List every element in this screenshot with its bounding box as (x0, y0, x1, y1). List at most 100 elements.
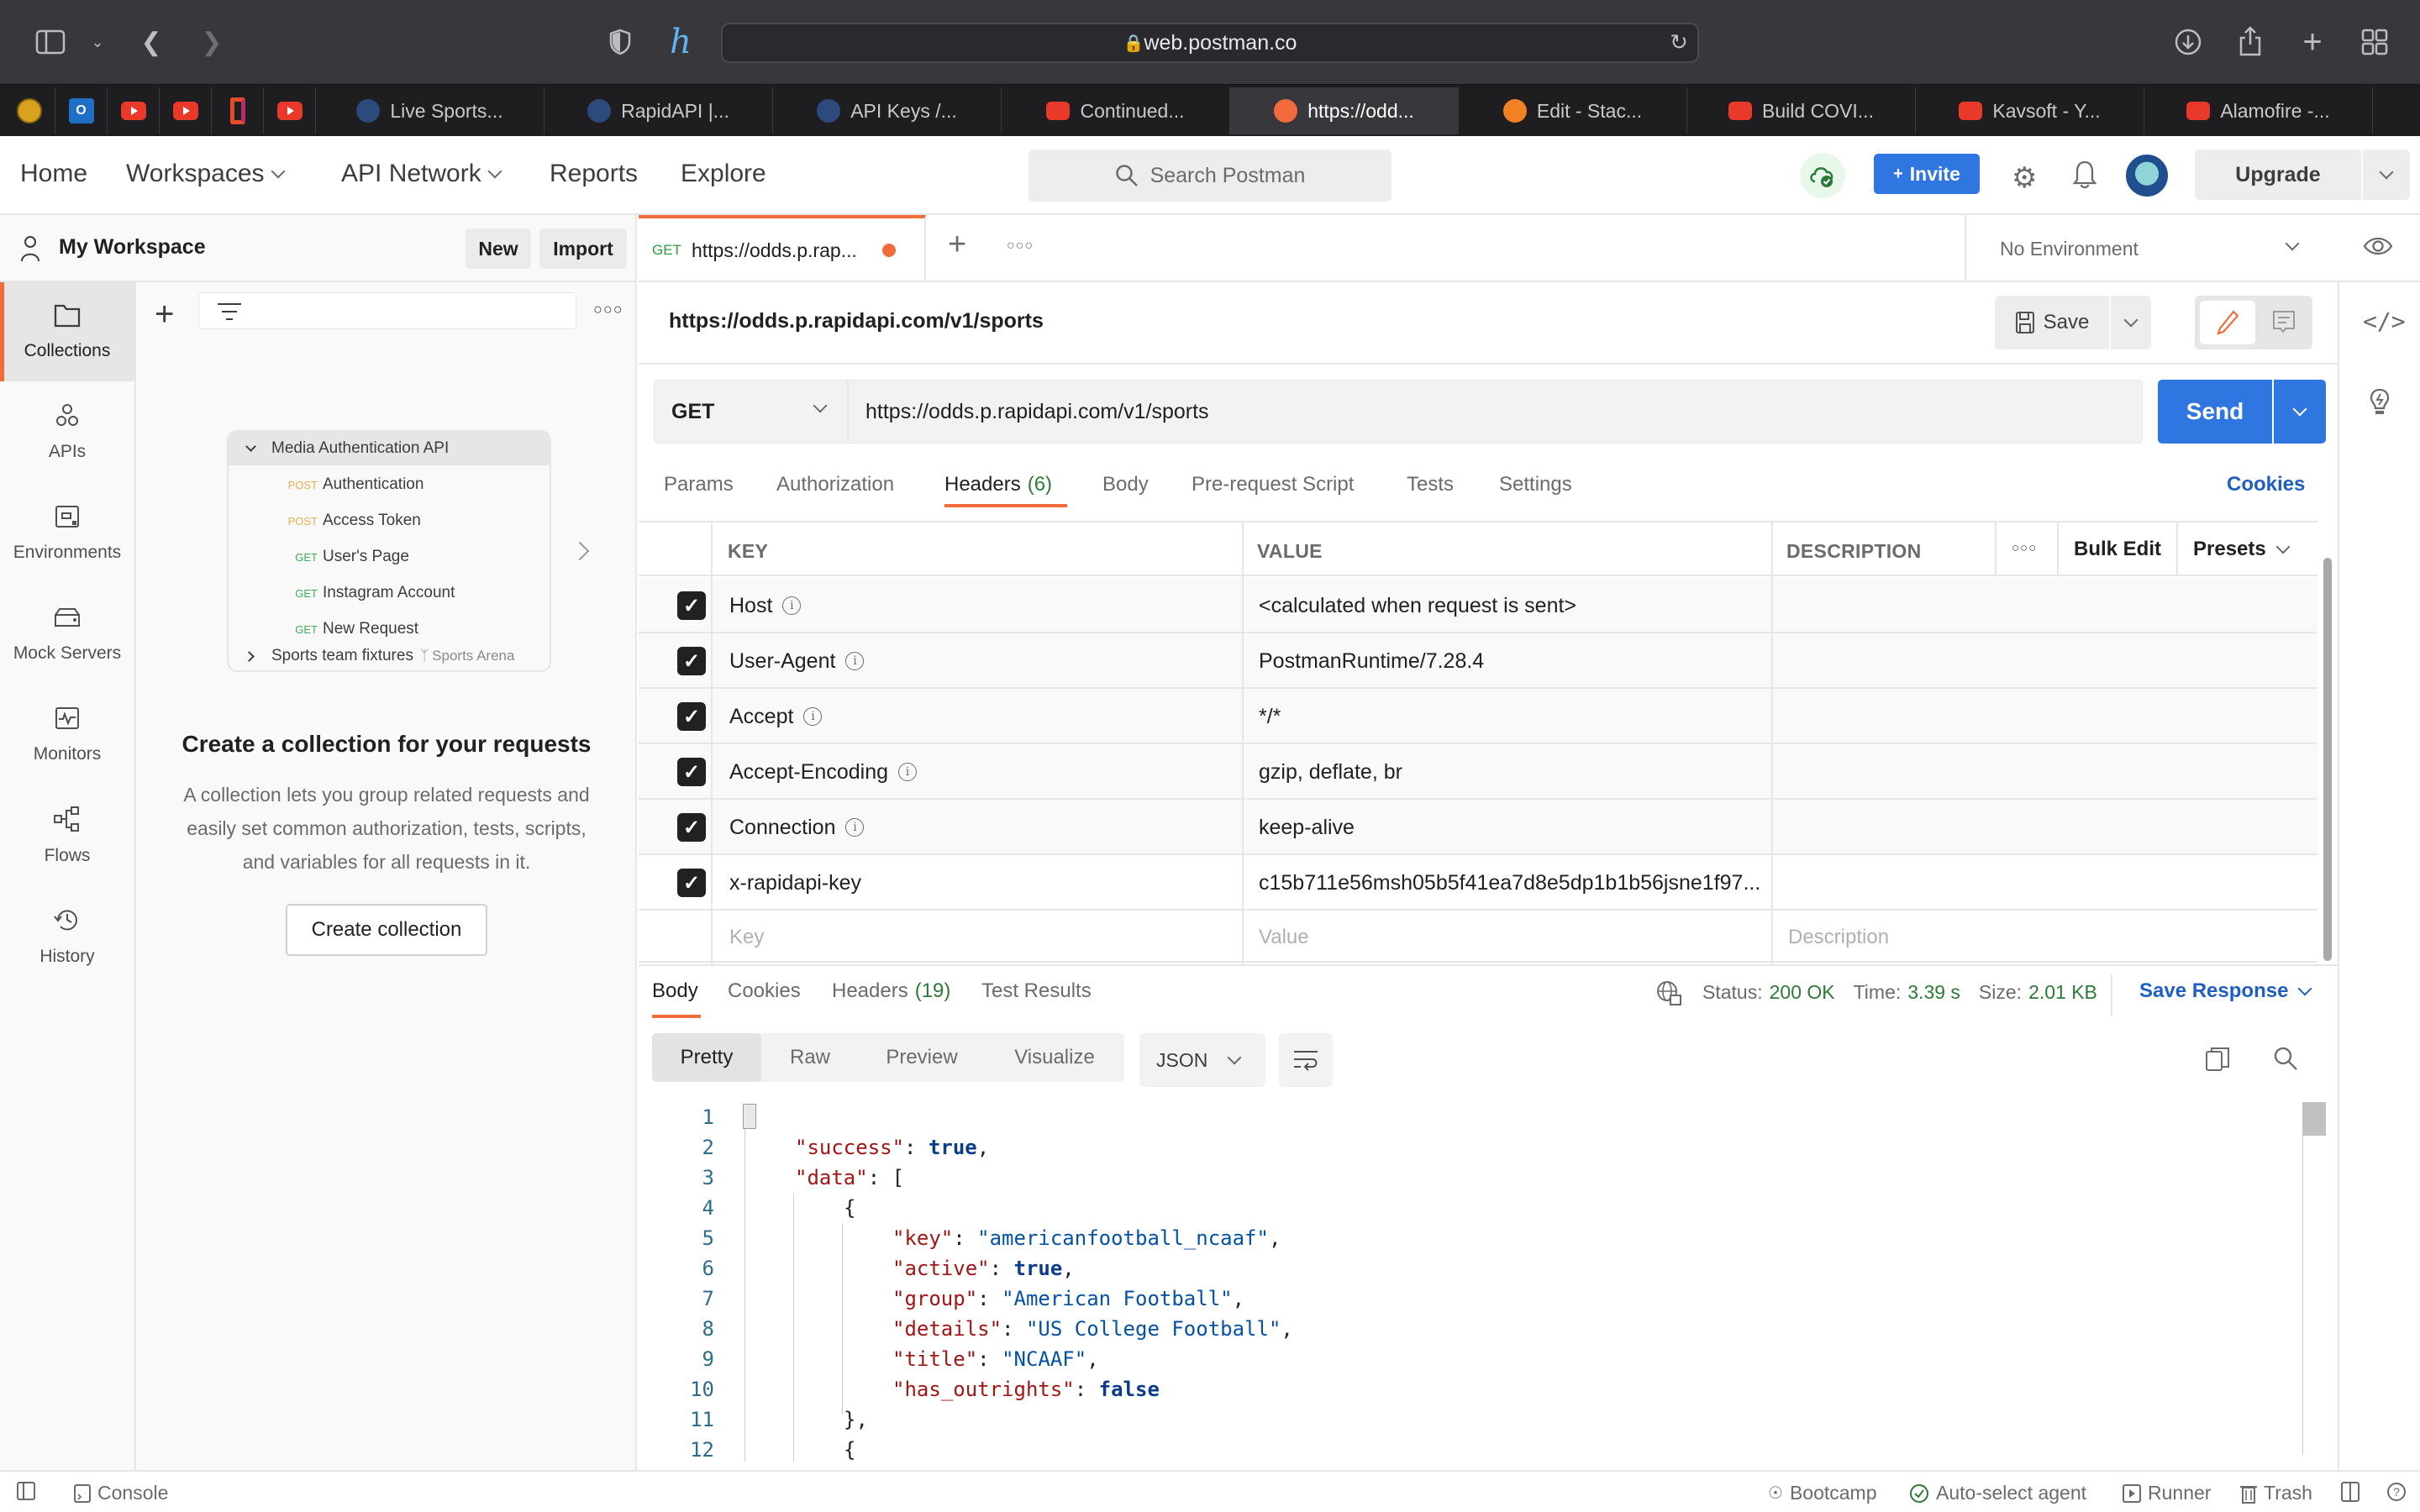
pinned-tab[interactable] (212, 87, 264, 134)
sidebar-item-flows[interactable]: Flows (0, 786, 134, 885)
sidebar-item-collections[interactable]: Collections (0, 282, 134, 381)
wrap-lines-button[interactable] (1279, 1033, 1333, 1087)
send-button[interactable]: Send (2158, 380, 2272, 444)
toggle-sidebar-icon[interactable] (17, 1482, 35, 1500)
downloads-icon[interactable] (2171, 25, 2205, 59)
tab-authorization[interactable]: Authorization (776, 473, 894, 496)
upgrade-dropdown[interactable] (2363, 150, 2410, 200)
info-icon[interactable]: i (845, 652, 865, 670)
notifications-bell-icon[interactable] (2072, 160, 2097, 194)
pinned-tab[interactable] (160, 87, 212, 134)
info-icon[interactable]: i (898, 763, 918, 781)
save-dropdown[interactable] (2111, 296, 2151, 349)
pinned-tab[interactable] (108, 87, 160, 134)
header-key[interactable]: Accept-Encoding i (729, 744, 918, 800)
settings-icon[interactable]: ⚙ (2012, 161, 2037, 195)
browser-tab[interactable]: Kavsoft - Y... (1916, 87, 2144, 134)
edit-mode-button[interactable] (2200, 301, 2255, 344)
header-value[interactable]: gzip, deflate, br (1259, 744, 1402, 800)
sidebar-item-history[interactable]: History (0, 887, 134, 986)
header-key[interactable]: x-rapidapi-key (729, 855, 861, 911)
environment-quick-look-icon[interactable] (2363, 235, 2393, 261)
two-pane-icon[interactable] (2341, 1482, 2360, 1502)
time-value[interactable]: 3.39 s (1907, 981, 1960, 1004)
header-key[interactable]: Accept i (729, 689, 823, 744)
tab-headers[interactable]: Headers (6) (944, 473, 1052, 496)
agent-selector[interactable]: Auto-select agent (1909, 1482, 2086, 1504)
new-button[interactable]: New (466, 228, 531, 269)
view-raw[interactable]: Raw (761, 1033, 859, 1082)
search-input[interactable]: Search Postman (1028, 150, 1392, 202)
add-collection-icon[interactable]: + (155, 297, 174, 331)
tab-settings[interactable]: Settings (1499, 473, 1572, 496)
tab-pre-request-script[interactable]: Pre-request Script (1192, 473, 1354, 496)
header-key[interactable]: User-Agent i (729, 633, 865, 689)
pinned-tab[interactable] (3, 87, 55, 134)
avatar[interactable] (2126, 155, 2168, 197)
table-options-icon[interactable]: ○○○ (2012, 541, 2037, 555)
chevron-right-icon[interactable] (570, 541, 590, 561)
header-key[interactable]: Connection i (729, 800, 865, 855)
header-value[interactable]: c15b711e56msh05b5f41ea7d8e5dp1b1b56jsne1… (1259, 855, 1760, 911)
view-pretty[interactable]: Pretty (652, 1033, 761, 1082)
headers-scrollbar[interactable] (2323, 558, 2332, 961)
nav-explore[interactable]: Explore (681, 160, 766, 188)
response-tab-test-results[interactable]: Test Results (981, 979, 1092, 1003)
sidebar-item-monitors[interactable]: Monitors (0, 685, 134, 785)
runner-button[interactable]: Runner (2123, 1482, 2211, 1504)
browser-tab[interactable]: Edit - Stac... (1459, 87, 1687, 134)
row-checkbox[interactable]: ✓ (677, 758, 706, 786)
sidebar-toggle-icon[interactable] (34, 25, 67, 59)
browser-tab[interactable]: Continued... (1002, 87, 1230, 134)
tab-overview-icon[interactable] (2358, 25, 2391, 59)
tab-body[interactable]: Body (1102, 473, 1149, 496)
address-bar[interactable]: 🔒 web.postman.co (721, 23, 1699, 63)
search-response-icon[interactable] (2272, 1045, 2299, 1076)
console-button[interactable]: Console (74, 1482, 168, 1504)
copy-icon[interactable] (2205, 1047, 2230, 1078)
row-checkbox[interactable]: ✓ (677, 702, 706, 731)
cookies-link[interactable]: Cookies (2227, 473, 2305, 496)
new-tab-icon[interactable]: + (2296, 24, 2329, 60)
view-visualize[interactable]: Visualize (985, 1033, 1124, 1082)
response-tab-body[interactable]: Body (652, 979, 698, 1003)
honey-extension-icon[interactable]: h (664, 23, 697, 61)
trash-button[interactable]: Trash (2240, 1482, 2312, 1504)
request-title[interactable]: https://odds.p.rapidapi.com/v1/sports (669, 309, 1044, 333)
tab-tests[interactable]: Tests (1407, 473, 1454, 496)
size-value[interactable]: 2.01 KB (2028, 981, 2097, 1004)
status-value[interactable]: 200 OK (1770, 981, 1835, 1004)
shield-icon[interactable] (603, 25, 637, 59)
more-options-icon[interactable]: ○○○ (593, 301, 623, 318)
upgrade-button[interactable]: Upgrade (2195, 150, 2361, 200)
new-key-input[interactable]: Key (729, 926, 764, 949)
header-value[interactable]: keep-alive (1259, 800, 1355, 855)
add-tab-icon[interactable]: + (948, 227, 966, 263)
info-icon[interactable]: i (845, 818, 865, 837)
sidebar-item-apis[interactable]: APIs (0, 383, 134, 482)
sidebar-item-environments[interactable]: Environments (0, 484, 134, 583)
info-icon[interactable]: i (782, 596, 802, 615)
save-button[interactable]: Save (1995, 296, 2109, 349)
sync-status-icon[interactable] (1800, 153, 1845, 198)
nav-reports[interactable]: Reports (550, 160, 638, 188)
browser-tab[interactable]: Live Sports... (316, 87, 544, 134)
request-tab[interactable]: GET https://odds.p.rap... (639, 215, 926, 282)
chevron-down-icon[interactable]: ⌄ (81, 25, 114, 59)
environment-selector[interactable]: No Environment (1966, 215, 2317, 282)
format-select[interactable]: JSON (1139, 1033, 1265, 1087)
save-response-button[interactable]: Save Response (2139, 979, 2312, 1003)
workspace-title[interactable]: My Workspace (59, 235, 206, 260)
browser-tab[interactable]: Build COVI... (1687, 87, 1916, 134)
forward-icon[interactable]: ❯ (195, 25, 229, 59)
pinned-tab[interactable] (264, 87, 316, 134)
header-value[interactable]: <calculated when request is sent> (1259, 578, 1576, 633)
comments-button[interactable] (2260, 301, 2307, 344)
row-checkbox[interactable]: ✓ (677, 869, 706, 897)
new-value-input[interactable]: Value (1259, 926, 1309, 949)
new-description-input[interactable]: Description (1788, 926, 1889, 949)
tab-params[interactable]: Params (664, 473, 734, 496)
tab-options-icon[interactable]: ○○○ (1007, 239, 1034, 254)
browser-tab[interactable]: https://odd... (1230, 87, 1459, 134)
row-checkbox[interactable]: ✓ (677, 591, 706, 620)
